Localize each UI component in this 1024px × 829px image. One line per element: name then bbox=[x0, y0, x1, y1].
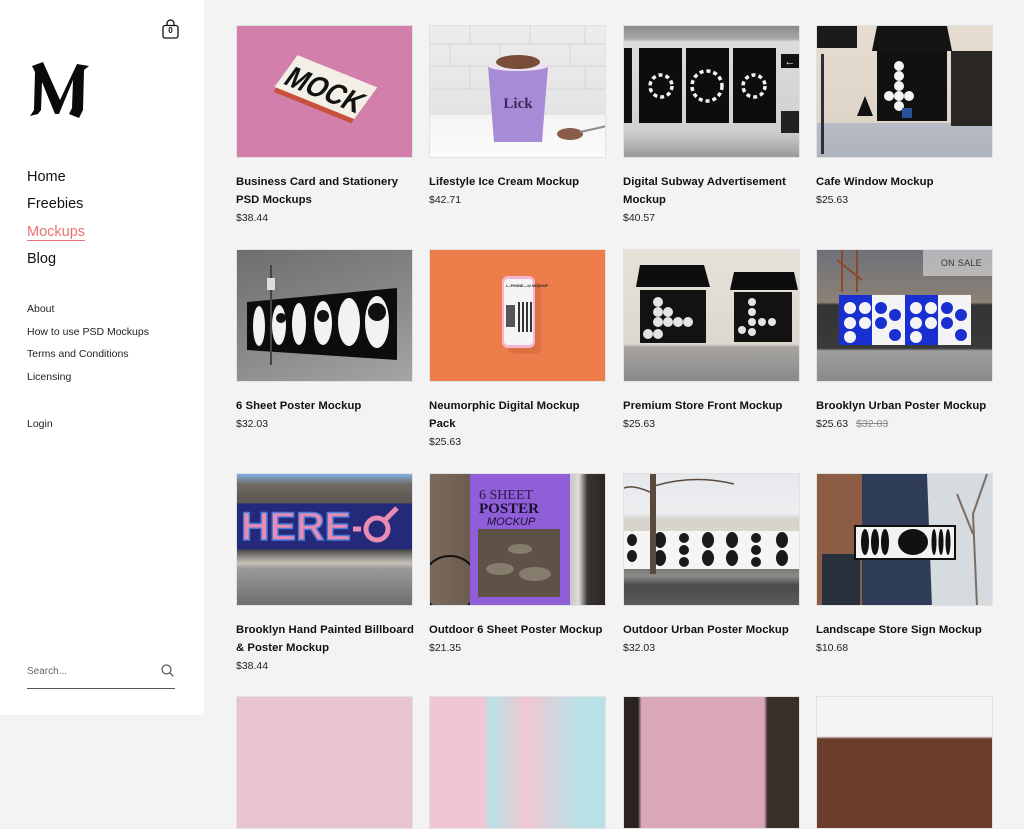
product-price: $25.63 $32.03 bbox=[816, 415, 994, 433]
lick-text: Lick bbox=[503, 96, 533, 112]
search-box bbox=[27, 658, 175, 689]
product-card[interactable]: Lick Lifestyle Ice Cream Mockup $42.71 bbox=[429, 25, 607, 209]
product-card[interactable]: HERE Brooklyn Hand Painted Billboard & P… bbox=[236, 473, 414, 675]
product-image[interactable]: ← bbox=[623, 25, 800, 158]
nav-terms[interactable]: Terms and Conditions bbox=[27, 346, 149, 369]
product-card[interactable]: Cafe Window Mockup $25.63 bbox=[816, 25, 994, 209]
product-title[interactable]: Brooklyn Urban Poster Mockup bbox=[816, 397, 994, 415]
product-image[interactable] bbox=[623, 473, 800, 606]
nav-home[interactable]: Home bbox=[27, 166, 85, 193]
product-title[interactable]: Lifestyle Ice Cream Mockup bbox=[429, 173, 607, 191]
product-image[interactable] bbox=[816, 473, 993, 606]
product-image[interactable] bbox=[816, 25, 993, 158]
product-image[interactable] bbox=[429, 696, 606, 829]
product-image[interactable] bbox=[236, 249, 413, 382]
product-price: $32.03 bbox=[623, 642, 656, 654]
product-price: $25.63 bbox=[816, 194, 849, 206]
nav-blog[interactable]: Blog bbox=[27, 248, 85, 275]
product-title[interactable]: Digital Subway Advertisement Mockup bbox=[623, 173, 801, 209]
nav-freebies[interactable]: Freebies bbox=[27, 193, 85, 220]
product-card[interactable]: MOCK Business Card and Stationery PSD Mo… bbox=[236, 25, 414, 227]
product-card[interactable]: 6 SHEET POSTER MOCKUP Outdoor 6 Sheet Po… bbox=[429, 473, 607, 657]
product-image[interactable] bbox=[816, 696, 993, 829]
product-price: $40.57 bbox=[623, 212, 656, 224]
product-card[interactable] bbox=[816, 696, 994, 829]
product-image[interactable] bbox=[236, 696, 413, 829]
product-card[interactable]: 6 Sheet Poster Mockup $32.03 bbox=[236, 249, 414, 433]
cart-count: 0 bbox=[168, 26, 173, 35]
product-image[interactable] bbox=[623, 696, 800, 829]
product-title[interactable]: Cafe Window Mockup bbox=[816, 173, 994, 191]
product-price: $10.68 bbox=[816, 642, 849, 654]
product-card[interactable] bbox=[623, 696, 801, 829]
product-title[interactable]: Premium Store Front Mockup bbox=[623, 397, 801, 415]
product-price: $32.03 bbox=[236, 418, 269, 430]
nav-mockups[interactable]: Mockups bbox=[27, 221, 86, 248]
mockup-text: MOCKUP bbox=[487, 516, 536, 528]
product-price: $42.71 bbox=[429, 194, 462, 206]
product-image[interactable]: MOCK bbox=[236, 25, 413, 158]
on-sale-badge: ON SALE bbox=[922, 250, 992, 276]
product-price: $21.35 bbox=[429, 642, 462, 654]
poster-text: POSTER bbox=[479, 501, 539, 517]
svg-text:←: ← bbox=[785, 56, 796, 68]
product-title[interactable]: Brooklyn Hand Painted Billboard & Poster… bbox=[236, 621, 414, 657]
nav-how-to-use[interactable]: How to use PSD Mockups bbox=[27, 324, 149, 347]
product-price: $25.63 bbox=[623, 418, 656, 430]
search-input[interactable] bbox=[27, 658, 147, 684]
product-image[interactable] bbox=[623, 249, 800, 382]
cart-button[interactable]: 0 bbox=[162, 19, 179, 39]
product-card[interactable] bbox=[429, 696, 607, 829]
product-image[interactable]: I—PHONE—12 MOCKUP bbox=[429, 249, 606, 382]
product-card[interactable]: ON SALE Brooklyn Urban Poster Mockup $25… bbox=[816, 249, 994, 433]
product-title[interactable]: Neumorphic Digital Mockup Pack bbox=[429, 397, 607, 433]
product-image[interactable]: 6 SHEET POSTER MOCKUP bbox=[429, 473, 606, 606]
product-title[interactable]: Outdoor 6 Sheet Poster Mockup bbox=[429, 621, 607, 639]
site-logo[interactable] bbox=[29, 62, 91, 118]
main-nav: Home Freebies Mockups Blog bbox=[27, 166, 86, 275]
m-logo-icon bbox=[30, 62, 89, 118]
product-title[interactable]: Business Card and Stationery PSD Mockups bbox=[236, 173, 414, 209]
product-price: $25.63 bbox=[429, 436, 462, 448]
search-icon[interactable] bbox=[161, 664, 174, 677]
product-title[interactable]: Outdoor Urban Poster Mockup bbox=[623, 621, 801, 639]
secondary-nav: About How to use PSD Mockups Terms and C… bbox=[27, 301, 149, 392]
product-price: $38.44 bbox=[236, 660, 269, 672]
product-card[interactable]: Landscape Store Sign Mockup $10.68 bbox=[816, 473, 994, 657]
sale-price: $25.63 bbox=[816, 418, 849, 430]
nav-licensing[interactable]: Licensing bbox=[27, 369, 149, 392]
product-card[interactable]: I—PHONE—12 MOCKUP Neumorphic Digital Moc… bbox=[429, 249, 607, 451]
product-card[interactable]: ← Digital Subway Advertisement Mockup $4… bbox=[623, 25, 801, 227]
product-title[interactable]: Landscape Store Sign Mockup bbox=[816, 621, 994, 639]
product-card[interactable]: Premium Store Front Mockup $25.63 bbox=[623, 249, 801, 433]
product-card[interactable] bbox=[236, 696, 414, 829]
original-price: $32.03 bbox=[856, 418, 889, 430]
product-image[interactable]: Lick bbox=[429, 25, 606, 158]
product-price: $38.44 bbox=[236, 212, 269, 224]
login-link[interactable]: Login bbox=[27, 418, 53, 430]
sidebar: 0 Home Freebies Mockups Blog About How t… bbox=[0, 0, 204, 715]
phone-text: I—PHONE—12 MOCKUP bbox=[506, 284, 549, 288]
product-title[interactable]: 6 Sheet Poster Mockup bbox=[236, 397, 414, 415]
product-image[interactable]: ON SALE bbox=[816, 249, 993, 382]
product-image[interactable]: HERE bbox=[236, 473, 413, 606]
here-text: HERE bbox=[241, 505, 351, 549]
nav-about[interactable]: About bbox=[27, 301, 149, 324]
product-card[interactable]: Outdoor Urban Poster Mockup $32.03 bbox=[623, 473, 801, 657]
